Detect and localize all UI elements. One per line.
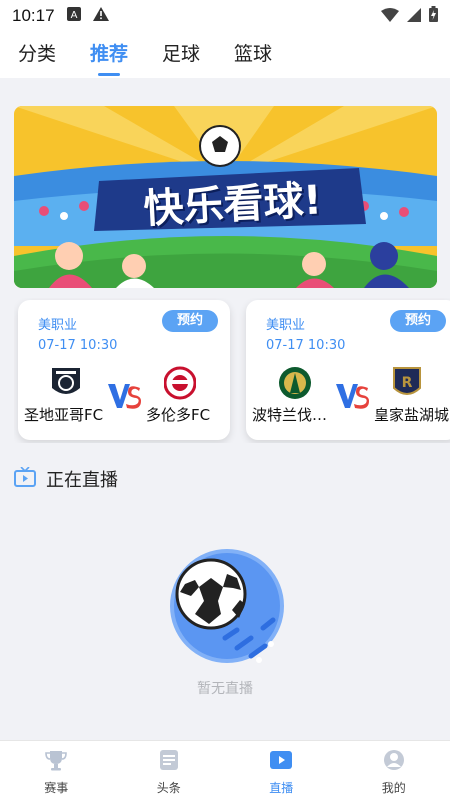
news-icon — [159, 749, 179, 775]
away-team-name: 多伦多FC — [146, 406, 211, 424]
nav-label-profile: 我的 — [381, 781, 406, 795]
svg-text:A: A — [70, 10, 77, 21]
league-label: 美职业 — [38, 318, 78, 333]
wifi-icon — [381, 7, 399, 26]
live-section-title: 正在直播 — [46, 470, 118, 491]
tab-football[interactable]: 足球 — [162, 39, 200, 72]
play-icon — [269, 749, 293, 775]
tab-basketball[interactable]: 篮球 — [234, 39, 272, 72]
vs-icon — [336, 382, 370, 410]
match-card-carousel[interactable]: 美职业 预约 07-17 10:30 圣地亚哥FC 多伦多FC 美职业 预约 0… — [14, 298, 450, 443]
portland-timbers-logo-icon — [278, 366, 311, 400]
trophy-icon — [45, 749, 68, 775]
san-diego-fc-logo-icon — [50, 366, 82, 400]
match-time: 07-17 10:30 — [266, 338, 346, 353]
match-time: 07-17 10:30 — [38, 338, 118, 353]
empty-state-football-icon — [165, 548, 285, 668]
status-time: 10:17 — [12, 6, 55, 25]
bottom-navigation: 赛事 头条 直播 我的 — [0, 740, 450, 800]
live-section-header: 正在直播 — [14, 466, 118, 492]
empty-state-text: 暂无直播 — [197, 681, 253, 697]
reserve-button[interactable]: 预约 — [162, 310, 218, 332]
nav-item-headlines[interactable]: 头条 — [113, 741, 226, 800]
svg-text:R: R — [402, 375, 413, 391]
nav-label-headlines: 头条 — [156, 781, 181, 795]
match-card[interactable]: 美职业 预约 07-17 10:30 圣地亚哥FC 多伦多FC — [18, 300, 230, 440]
nav-item-profile[interactable]: 我的 — [338, 741, 450, 800]
real-salt-lake-logo-icon: R — [392, 366, 424, 400]
toronto-fc-logo-icon — [163, 366, 197, 400]
home-team-name: 圣地亚哥FC — [24, 406, 104, 424]
nav-item-events[interactable]: 赛事 — [0, 741, 113, 800]
nav-label-live: 直播 — [269, 781, 294, 795]
battery-icon — [429, 6, 438, 26]
signal-icon — [407, 7, 421, 26]
tab-category[interactable]: 分类 — [18, 39, 56, 72]
home-team-name: 波特兰伐… — [252, 406, 328, 424]
warning-icon — [92, 7, 109, 25]
tv-icon — [14, 466, 36, 491]
top-tabs: 分类 推荐 足球 篮球 — [0, 32, 450, 78]
nav-item-live[interactable]: 直播 — [225, 741, 338, 800]
vs-icon — [108, 382, 142, 410]
status-bar: 10:17 A — [0, 0, 450, 32]
app-notification-icon: A — [66, 7, 81, 25]
league-label: 美职业 — [266, 318, 306, 333]
reserve-button[interactable]: 预约 — [390, 310, 446, 332]
nav-label-events: 赛事 — [44, 781, 69, 795]
promo-banner[interactable]: 快乐看球! — [14, 106, 437, 288]
profile-icon — [383, 749, 405, 775]
match-card[interactable]: 美职业 预约 07-17 10:30 R 波特兰伐… 皇家盐湖城 — [246, 300, 450, 440]
away-team-name: 皇家盐湖城 — [374, 406, 450, 424]
tab-recommend[interactable]: 推荐 — [90, 39, 128, 72]
